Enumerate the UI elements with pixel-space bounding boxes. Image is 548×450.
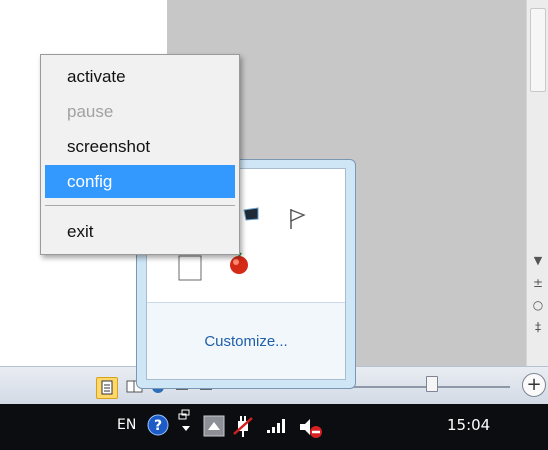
menu-separator bbox=[45, 205, 235, 206]
menu-item-screenshot[interactable]: screenshot bbox=[45, 130, 235, 163]
show-hidden-icons[interactable] bbox=[203, 415, 225, 442]
menu-item-exit[interactable]: exit bbox=[45, 215, 235, 248]
menu-item-activate[interactable]: activate bbox=[45, 60, 235, 93]
clock[interactable]: 15:04 bbox=[447, 416, 490, 434]
context-menu: activate pause screenshot config exit bbox=[40, 54, 240, 255]
customize-link[interactable]: Customize... bbox=[147, 333, 345, 350]
taskbar: EN ? 15:04 bbox=[0, 404, 548, 450]
menu-item-pause: pause bbox=[67, 102, 114, 121]
svg-text:?: ? bbox=[154, 418, 162, 434]
next-page-icon[interactable]: ‡ bbox=[527, 320, 548, 334]
plus-circle-icon[interactable]: + bbox=[522, 373, 546, 397]
muted-speaker-icon[interactable] bbox=[298, 416, 324, 445]
language-indicator[interactable]: EN bbox=[117, 417, 136, 433]
monitor-icon[interactable] bbox=[243, 207, 261, 228]
blank-app-icon[interactable] bbox=[178, 255, 204, 288]
red-ball-icon[interactable] bbox=[227, 252, 251, 281]
signal-bars-icon[interactable] bbox=[266, 418, 288, 439]
print-layout-icon[interactable] bbox=[96, 377, 118, 399]
scroll-down-arrow-icon[interactable]: ▼ bbox=[527, 254, 548, 267]
menu-item-config[interactable]: config bbox=[45, 165, 235, 198]
help-icon[interactable]: ? bbox=[147, 414, 169, 441]
power-plug-icon[interactable] bbox=[232, 414, 254, 443]
scroll-thumb[interactable] bbox=[530, 8, 546, 92]
vertical-scrollbar[interactable]: ▼ ± ○ ‡ bbox=[526, 0, 548, 366]
browse-object-icon[interactable]: ○ bbox=[527, 298, 548, 312]
flag-icon[interactable] bbox=[287, 207, 307, 236]
network-adapters-icon[interactable] bbox=[178, 408, 194, 443]
previous-page-icon[interactable]: ± bbox=[527, 276, 548, 290]
zoom-slider-thumb[interactable] bbox=[426, 376, 438, 392]
